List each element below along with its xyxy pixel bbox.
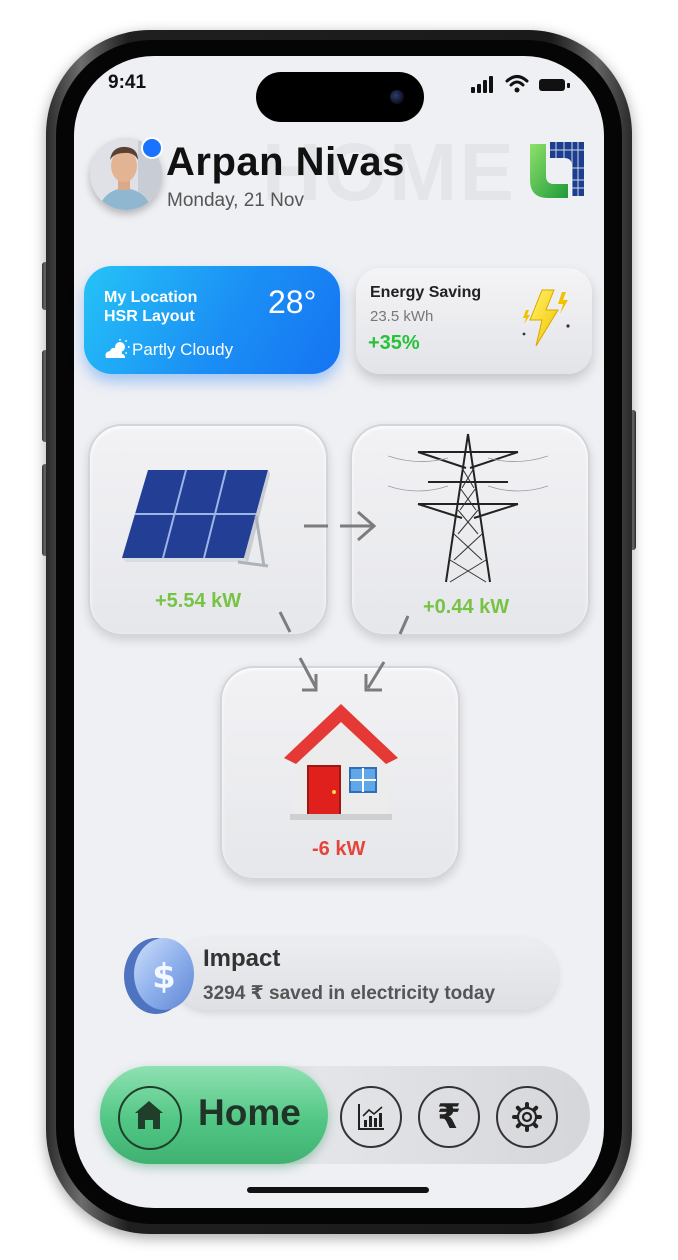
home-power-value: -6 kW <box>312 838 366 860</box>
stats-icon <box>358 1104 384 1130</box>
status-time: 9:41 <box>108 72 147 93</box>
nav-home-label[interactable]: Home <box>198 1092 301 1134</box>
partly-cloudy-icon <box>105 339 130 358</box>
solar-panel-icon <box>122 469 270 568</box>
impact-savings-text: 3294 ₹ saved in electricity today <box>203 983 496 1004</box>
weather-location-label: My Location <box>104 289 198 306</box>
energy-saving-value: 23.5 kWh <box>370 308 434 325</box>
impact-title: Impact <box>203 945 281 972</box>
weather-location: My Location HSR Layout <box>104 288 197 326</box>
front-camera <box>390 90 404 104</box>
solar-to-home-arrow-icon <box>278 611 318 692</box>
dollar-coin-icon: $ <box>124 938 194 1014</box>
nav-rupee-button[interactable]: ₹ <box>418 1086 480 1148</box>
user-name: Arpan Nivas <box>166 140 405 184</box>
house-icon <box>284 704 398 820</box>
home-indicator[interactable] <box>247 1187 429 1193</box>
grid-to-home-arrow-icon <box>364 615 410 692</box>
energy-saving-title: Energy Saving <box>370 284 482 301</box>
solar-to-grid-arrow-icon <box>304 510 377 542</box>
solar-power-value: +5.54 kW <box>155 590 242 612</box>
online-status-dot <box>141 137 163 159</box>
svg-text:$: $ <box>152 957 176 997</box>
weather-location-name: HSR Layout <box>104 308 195 325</box>
nav-stats-button[interactable] <box>340 1086 402 1148</box>
brand-logo-icon[interactable] <box>526 138 590 202</box>
battery-icon <box>539 79 570 91</box>
grid-power-value: +0.44 kW <box>423 596 510 618</box>
current-date: Monday, 21 Nov <box>167 190 304 211</box>
energy-saving-percent: +35% <box>368 332 420 354</box>
weather-temperature: 28° <box>268 284 317 320</box>
weather-condition: Partly Cloudy <box>132 340 234 359</box>
settings-icon <box>512 1102 542 1132</box>
nav-settings-button[interactable] <box>496 1086 558 1148</box>
rupee-icon: ₹ <box>437 1098 461 1136</box>
lightning-bolt-icon <box>522 289 570 347</box>
transmission-tower-icon <box>388 433 548 583</box>
wifi-icon <box>505 75 529 93</box>
signal-icon <box>471 76 493 93</box>
home-icon[interactable] <box>132 1098 166 1132</box>
